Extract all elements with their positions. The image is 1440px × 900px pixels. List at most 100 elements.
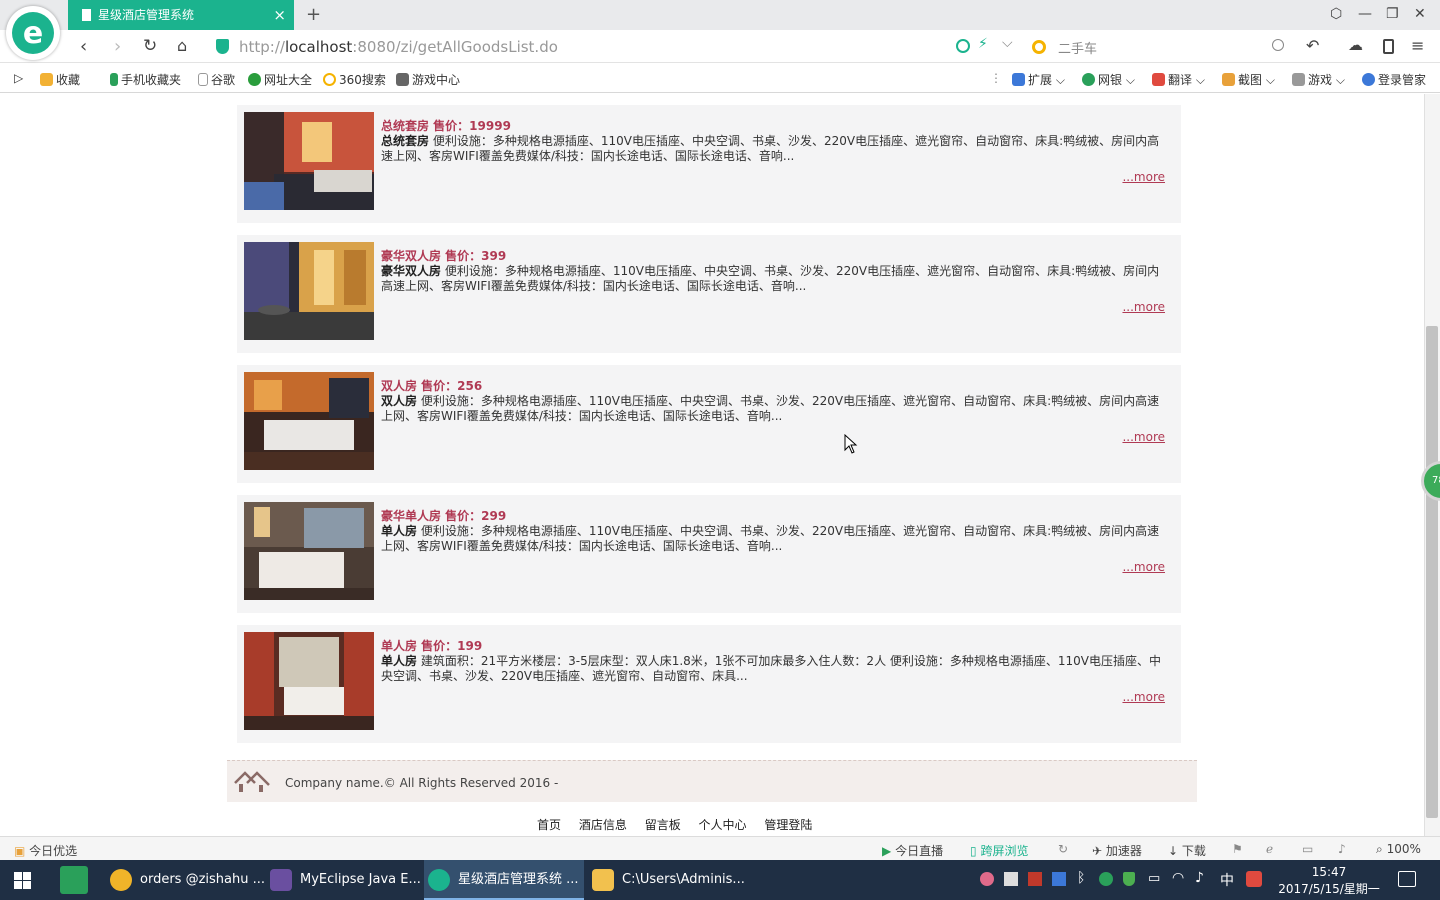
clock-date: 2017/5/15/星期一 <box>1278 882 1380 896</box>
volume-icon[interactable]: ♪ <box>1195 870 1204 886</box>
search-icon[interactable] <box>1272 39 1284 51</box>
footer-link-home[interactable]: 首页 <box>537 818 561 832</box>
download[interactable]: ↓ 下载 <box>1168 842 1206 859</box>
windows-start-icon[interactable] <box>14 872 31 889</box>
accelerator[interactable]: ✈ 加速器 <box>1092 842 1142 859</box>
room-title[interactable]: 总统套房 售价：19999 <box>381 117 511 134</box>
bookmark-google[interactable]: 谷歌 <box>198 71 235 88</box>
flag-icon[interactable]: ⚑ <box>1232 842 1243 856</box>
tray-game-icon[interactable] <box>1028 872 1042 886</box>
iqiyi-icon[interactable] <box>60 866 88 894</box>
taskbar-clock[interactable]: 15:47 2017/5/15/星期一 <box>1276 864 1382 898</box>
skin-icon[interactable]: ⬡ <box>1330 6 1342 22</box>
room-title[interactable]: 豪华双人房 售价：399 <box>381 247 506 264</box>
undo-icon[interactable]: ↶ <box>1306 36 1319 55</box>
task-myeclipse[interactable]: MyEclipse Java E... <box>266 860 421 900</box>
notification-icon[interactable] <box>1398 871 1416 887</box>
room-photo[interactable] <box>244 112 374 210</box>
scrollbar-thumb[interactable] <box>1426 326 1438 818</box>
sidebar-toggle-icon[interactable]: ▷ <box>14 71 23 85</box>
footer-link-message-board[interactable]: 留言板 <box>645 818 681 832</box>
task-explorer[interactable]: C:\Users\Adminis... <box>588 860 745 900</box>
ext-translate[interactable]: 翻译 ⌵ <box>1152 71 1205 88</box>
more-link[interactable]: ...more <box>1122 560 1165 574</box>
download-icon: ↓ <box>1168 844 1179 858</box>
close-window-button[interactable]: ✕ <box>1414 6 1426 22</box>
room-photo[interactable] <box>244 242 374 340</box>
bookmark-360-search[interactable]: 360搜索 <box>323 71 386 88</box>
footer-link-user-center[interactable]: 个人中心 <box>699 818 747 832</box>
bluetooth-icon[interactable]: ᛒ <box>1077 870 1085 886</box>
bookmark-sites[interactable]: 网址大全 <box>248 71 312 88</box>
gift-icon: ▣ <box>14 844 26 858</box>
more-link[interactable]: ...more <box>1122 690 1165 704</box>
security-shield-icon[interactable] <box>216 39 229 54</box>
bookmark-games[interactable]: 游戏中心 <box>396 71 460 88</box>
room-photo[interactable] <box>244 372 374 470</box>
room-description: 总统套房 便利设施：多种规格电源插座、110V电压插座、中央空调、书桌、沙发、2… <box>381 134 1160 163</box>
ext-screenshot[interactable]: 截图 ⌵ <box>1222 71 1275 88</box>
zoom-level[interactable]: ⌕ 100% <box>1376 842 1421 857</box>
ext-bank[interactable]: 网银 ⌵ <box>1082 71 1135 88</box>
ime-indicator[interactable]: 中 <box>1220 870 1234 890</box>
room-title[interactable]: 双人房 售价：256 <box>381 377 482 394</box>
address-bar: ‹ › ↻ ⌂ http://localhost:8080/zi/getAllG… <box>0 30 1440 63</box>
bookmark-mobile[interactable]: 手机收藏夹 <box>110 71 181 88</box>
360-icon <box>323 73 336 86</box>
battery-icon[interactable]: ▭ <box>1148 871 1160 886</box>
tray-app-icon[interactable] <box>1004 872 1018 886</box>
today-live[interactable]: ▶ 今日直播 <box>882 842 943 859</box>
cloud-icon[interactable]: ☁ <box>1348 36 1363 54</box>
window-icon[interactable]: ▭ <box>1302 842 1313 856</box>
more-link[interactable]: ...more <box>1122 430 1165 444</box>
today-picks[interactable]: ▣ 今日优选 <box>14 842 77 859</box>
tray-360-icon[interactable] <box>1099 872 1113 886</box>
more-link[interactable]: ...more <box>1122 300 1165 314</box>
refresh-icon[interactable]: ↻ <box>143 36 157 56</box>
tab-title: 星级酒店管理系统 <box>98 8 195 22</box>
menu-icon[interactable]: ≡ <box>1411 36 1424 55</box>
plugin-icon[interactable] <box>956 39 970 53</box>
ie-mode-icon[interactable]: ℯ <box>1266 842 1273 856</box>
copyright-text: Company name.© All Rights Reserved 2016 … <box>285 776 559 790</box>
url-field[interactable]: http://localhost:8080/zi/getAllGoodsList… <box>239 38 558 56</box>
more-link[interactable]: ...more <box>1122 170 1165 184</box>
refresh-status-icon[interactable]: ↻ <box>1058 842 1068 856</box>
room-photo[interactable] <box>244 632 374 730</box>
forward-icon[interactable]: › <box>114 36 121 57</box>
sogou-icon[interactable] <box>1246 871 1262 887</box>
wifi-icon[interactable]: ◠ <box>1172 870 1184 886</box>
minimize-button[interactable]: — <box>1358 6 1372 22</box>
tray-shield-icon[interactable] <box>1123 872 1135 886</box>
search-box[interactable]: 二手车 <box>1030 35 1288 59</box>
ext-extensions[interactable]: 扩展 ⌵ <box>1012 71 1065 88</box>
room-title[interactable]: 单人房 售价：199 <box>381 637 482 654</box>
task-orders[interactable]: orders @zishahu ... <box>106 860 265 900</box>
tab-hotel-system[interactable]: 星级酒店管理系统 × <box>68 0 294 30</box>
room-photo[interactable] <box>244 502 374 600</box>
sound-icon[interactable]: ♪ <box>1338 842 1346 856</box>
footer-link-admin-login[interactable]: 管理登陆 <box>764 818 812 832</box>
phone-icon[interactable] <box>1383 39 1394 54</box>
game-icon <box>1292 73 1305 86</box>
new-tab-button[interactable]: + <box>306 4 321 25</box>
bookmark-favorites[interactable]: 收藏 <box>40 71 80 88</box>
lightning-icon[interactable]: ⚡ <box>978 36 988 52</box>
phone-icon: ▯ <box>970 844 977 858</box>
cross-screen-browse[interactable]: ▯ 跨屏浏览 <box>970 842 1028 859</box>
more-icon[interactable]: ⋮ <box>990 71 1002 85</box>
restore-button[interactable]: ❐ <box>1386 6 1399 22</box>
back-icon[interactable]: ‹ <box>80 36 87 57</box>
phone-bookmark-icon <box>110 73 118 86</box>
ext-games[interactable]: 游戏 ⌵ <box>1292 71 1345 88</box>
tab-close-icon[interactable]: × <box>273 0 286 30</box>
home-icon[interactable]: ⌂ <box>177 36 187 55</box>
footer-link-hotel-info[interactable]: 酒店信息 <box>579 818 627 832</box>
room-title[interactable]: 豪华单人房 售价：299 <box>381 507 506 524</box>
browser-logo-icon[interactable]: e <box>6 6 60 60</box>
tray-network-icon[interactable] <box>1052 872 1066 886</box>
task-hotel-browser[interactable]: 星级酒店管理系统 ... <box>424 860 584 900</box>
ext-login-manager[interactable]: 登录管家 <box>1362 71 1426 88</box>
tray-flower-icon[interactable] <box>980 872 994 886</box>
dropdown-icon[interactable]: ⌵ <box>1002 35 1013 51</box>
